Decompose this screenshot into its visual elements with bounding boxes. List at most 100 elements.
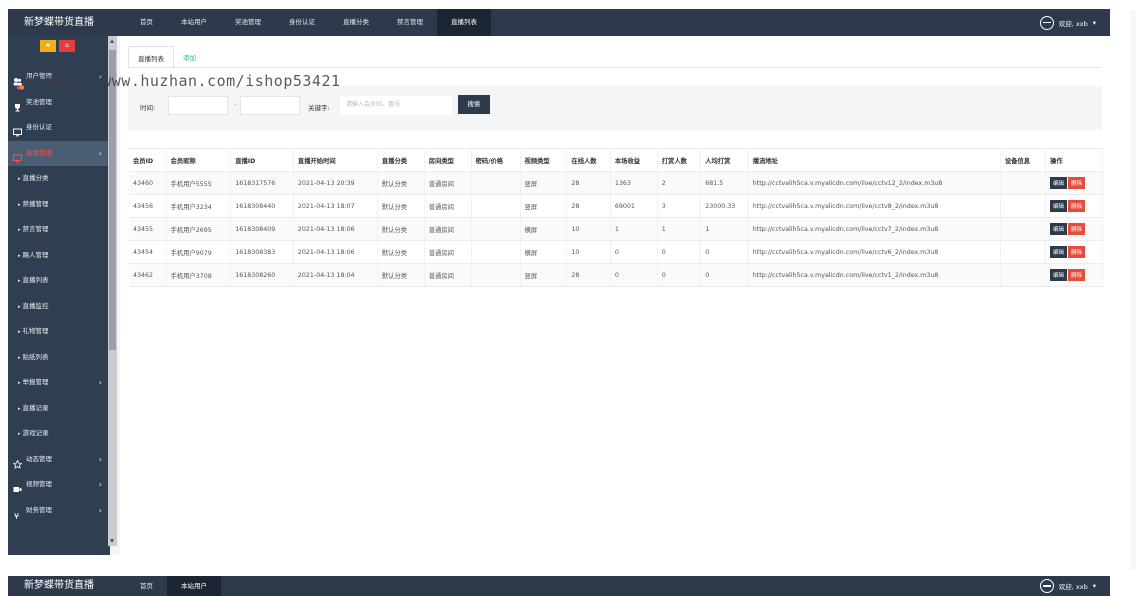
start-date-input[interactable] <box>168 96 228 115</box>
table-cell: 28 <box>566 194 611 218</box>
star-icon[interactable]: ★ <box>40 40 56 52</box>
edit-button[interactable]: 编辑 <box>1050 177 1068 189</box>
sidebar-item-12[interactable]: 贴纸列表 <box>8 345 108 371</box>
table-cell: 2021-04-13 20:39 <box>293 171 378 195</box>
table-row: 43454 手机用户9079 1618308383 2021-04-13 18:06 默… <box>129 240 1103 264</box>
sidebar-item-18[interactable]: ¥ 财务管理 › <box>8 498 108 524</box>
sidebar-item-14[interactable]: 直播记录 <box>8 396 108 422</box>
table-header-cell: 在线人数 <box>566 148 611 172</box>
caret-down-icon: ▾ <box>1092 582 1096 590</box>
table-header-cell: 播流地址 <box>748 148 1001 172</box>
table-row: 43460 手机用户5555 1618317576 2021-04-13 20:39 默… <box>129 171 1103 195</box>
table-body: 43460 手机用户5555 1618317576 2021-04-13 20:39 默… <box>129 171 1103 287</box>
table-cell: 0 <box>610 263 658 287</box>
search-button[interactable]: 搜索 <box>458 95 490 114</box>
delete-button[interactable]: 删除 <box>1068 269 1086 281</box>
edit-button[interactable]: 编辑 <box>1050 223 1068 235</box>
sidebar-item-13[interactable]: 举报管理 › <box>8 370 108 396</box>
sidebar-item-15[interactable]: 游戏记录 <box>8 421 108 447</box>
sidebar-item-10[interactable]: 直播监控 <box>8 294 108 320</box>
filter-bar: 时间: - 关键字: 请输入会员ID、靓号 搜索 <box>128 86 1102 130</box>
table-cell: 2021-04-13 18:06 <box>293 217 378 241</box>
tab-live-list[interactable]: 直播列表 <box>128 46 174 68</box>
edit-button[interactable]: 编辑 <box>1050 269 1068 281</box>
table-cell: 69001 <box>610 194 658 218</box>
nav-item-6[interactable]: 禁言管理 <box>383 9 437 36</box>
table-header-cell: 人均打赏 <box>700 148 749 172</box>
sidebar-item-9[interactable]: 直播列表 <box>8 268 108 294</box>
sidebar-item-5[interactable]: 直播分类 <box>8 166 108 192</box>
edit-button[interactable]: 编辑 <box>1050 246 1068 258</box>
table-cell: 竖屏 <box>520 194 568 218</box>
admin-window: 新梦蝶带货直播 首页 本站用户 奖池管理 身份认证 直播分类 禁言管理 直播列表 欢迎, x… <box>8 9 1110 555</box>
sidebar-quick-buttons: ★ ⌂ <box>40 40 75 52</box>
table-cell: 43454 <box>129 240 167 264</box>
user-menu-2[interactable]: 欢迎, xxb ▾ <box>1039 576 1096 596</box>
table-cell: 0 <box>700 240 749 264</box>
live-list-table: 会员ID 会员昵称 直播ID 直播开始时间 直播分类 房间类型 密码/价格 视频类型 在线人数本… <box>129 148 1103 287</box>
table-cell: http://cctvalih5ca.v.myalicdn.com/live/c… <box>748 263 1001 287</box>
nav-item-2[interactable]: 本站用户 <box>167 9 221 36</box>
user-avatar-icon <box>1039 579 1054 593</box>
delete-button[interactable]: 删除 <box>1068 246 1086 258</box>
table-cell: 默认分类 <box>377 240 425 264</box>
keyword-input[interactable]: 请输入会员ID、靓号 <box>340 96 452 115</box>
sidebar-item-4[interactable]: 直播管理 › <box>8 140 108 166</box>
nav-item-2[interactable]: 本站用户 <box>167 576 221 596</box>
table-cell <box>1000 240 1047 264</box>
brand-title-2: 新梦蝶带货直播 <box>24 580 94 591</box>
nav-item-4[interactable]: 身份认证 <box>275 9 329 36</box>
table-cell: 1618317576 <box>230 171 294 195</box>
home-icon[interactable]: ⌂ <box>59 40 75 52</box>
sidebar-item-8[interactable]: 踢人管理 <box>8 243 108 269</box>
table-cell: 普通房间 <box>424 171 472 195</box>
table-actions-cell: 编辑 删除 <box>1045 263 1103 287</box>
table-cell: 10 <box>566 240 611 264</box>
nav-item-1[interactable]: 首页 <box>126 576 167 596</box>
table-cell: 手机用户3234 <box>166 194 232 218</box>
edit-button[interactable]: 编辑 <box>1050 200 1068 212</box>
sidebar-item-3[interactable]: 身份认证 <box>8 115 108 141</box>
nav-item-7[interactable]: 直播列表 <box>437 9 491 36</box>
table-cell: http://cctvalih5ca.v.myalicdn.com/live/c… <box>748 240 1001 264</box>
delete-button[interactable]: 删除 <box>1068 200 1086 212</box>
scroll-down-icon[interactable] <box>110 539 114 543</box>
table-cell: 28 <box>566 263 611 287</box>
sidebar-item-17[interactable]: 视频管理 › <box>8 472 108 498</box>
sidebar-item-2[interactable]: 奖池管理 <box>8 90 108 116</box>
sidebar-item-label: 游戏记录 <box>22 429 49 437</box>
nav-item-3[interactable]: 奖池管理 <box>221 9 275 36</box>
chevron-right-icon: › <box>98 454 102 464</box>
sidebar-item-11[interactable]: 礼物管理 <box>8 319 108 345</box>
table-cell: 43456 <box>129 194 167 218</box>
nav-item-1[interactable]: 首页 <box>126 9 167 36</box>
sidebar-item-label: 直播记录 <box>22 403 49 412</box>
second-screenshot-topbar: 新梦蝶带货直播 首页 本站用户 欢迎, xxb ▾ <box>8 576 1110 596</box>
user-welcome-text: 欢迎, xxb <box>1058 19 1088 28</box>
sidebar-scrollbar[interactable] <box>108 36 117 546</box>
sidebar: ★ ⌂ 用户管理›奖池管理身份认证直播管理›直播分类禁播管理禁言管理踢人管理直播… <box>8 36 110 555</box>
user-menu[interactable]: 欢迎, xxb ▾ <box>1039 9 1096 36</box>
nav-item-5[interactable]: 直播分类 <box>329 9 383 36</box>
table-cell: http://cctvalih5ca.v.myalicdn.com/live/c… <box>748 171 1001 195</box>
sidebar-item-label: 财务管理 <box>26 505 52 514</box>
delete-button[interactable]: 删除 <box>1068 223 1086 235</box>
table-cell: 3 <box>657 194 702 218</box>
table-cell: 10 <box>566 217 611 241</box>
sidebar-item-6[interactable]: 禁播管理 <box>8 192 108 218</box>
sidebar-item-16[interactable]: 动态管理 › <box>8 447 108 473</box>
sidebar-item-7[interactable]: 禁言管理 <box>8 217 108 243</box>
brand-title: 新梦蝶带货直播 <box>24 17 94 28</box>
table-cell: 手机用户3708 <box>166 263 232 287</box>
scroll-up-icon[interactable] <box>110 39 114 43</box>
content-tabs: 直播列表 添加 <box>128 46 205 68</box>
table-cell: 默认分类 <box>377 171 425 195</box>
delete-button[interactable]: 删除 <box>1068 177 1086 189</box>
chevron-right-icon: › <box>98 148 102 158</box>
table-cell: 1618308260 <box>230 263 294 287</box>
table-cell: 23000.33 <box>700 194 749 218</box>
tab-add[interactable]: 添加 <box>174 46 205 68</box>
end-date-input[interactable] <box>240 96 300 115</box>
scrollbar-thumb[interactable] <box>109 50 116 350</box>
top-nav-items-2: 首页 本站用户 <box>126 576 221 596</box>
